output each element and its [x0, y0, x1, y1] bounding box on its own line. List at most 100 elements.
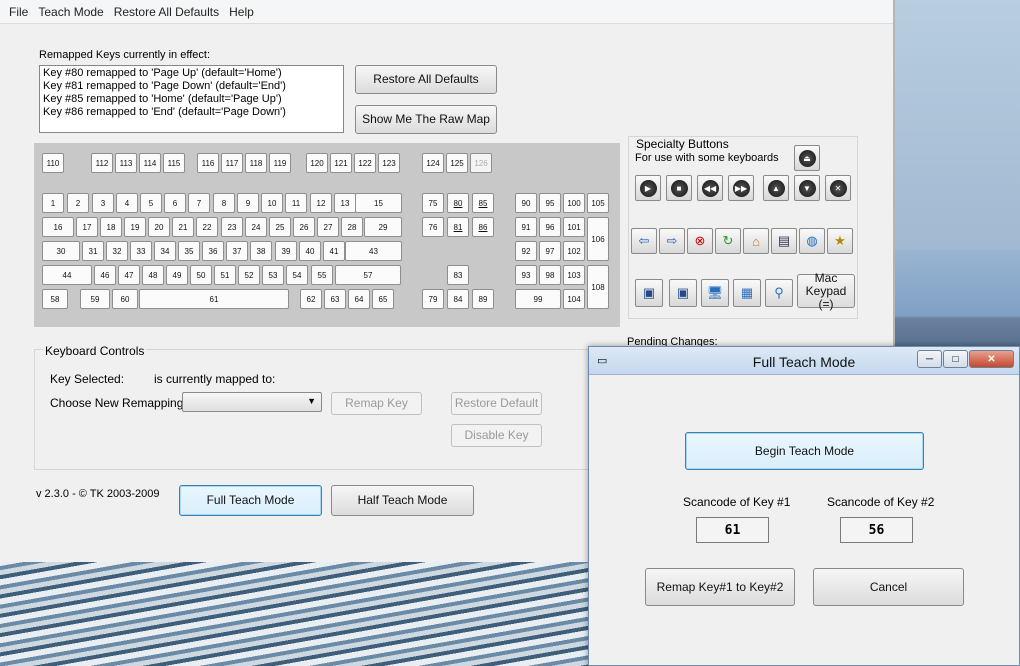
list-item[interactable]: Key #81 remapped to 'Page Down' (default…: [43, 80, 340, 93]
key-117[interactable]: 117: [221, 153, 243, 173]
key-121[interactable]: 121: [330, 153, 352, 173]
key-91[interactable]: 91: [515, 217, 537, 237]
browser-stop-button[interactable]: ⊗: [687, 228, 713, 254]
forward-button[interactable]: ⇨: [659, 228, 685, 254]
key-108[interactable]: 108: [587, 265, 609, 309]
key-35[interactable]: 35: [178, 241, 200, 261]
key-110[interactable]: 110: [42, 153, 64, 173]
key-33[interactable]: 33: [130, 241, 152, 261]
key-126[interactable]: 126: [470, 153, 492, 173]
key-84[interactable]: 84: [447, 289, 469, 309]
key-15[interactable]: 15: [355, 193, 402, 213]
play-button[interactable]: ▶: [635, 175, 661, 201]
key-49[interactable]: 49: [166, 265, 188, 285]
key-103[interactable]: 103: [563, 265, 585, 285]
key-96[interactable]: 96: [539, 217, 561, 237]
key-3[interactable]: 3: [92, 193, 114, 213]
key-54[interactable]: 54: [286, 265, 308, 285]
key-26[interactable]: 26: [293, 217, 315, 237]
key-60[interactable]: 60: [112, 289, 138, 309]
key-27[interactable]: 27: [317, 217, 339, 237]
key-79[interactable]: 79: [422, 289, 444, 309]
key-9[interactable]: 9: [237, 193, 259, 213]
key-75[interactable]: 75: [422, 193, 444, 213]
close-button[interactable]: ✕: [969, 350, 1014, 368]
key-37[interactable]: 37: [226, 241, 248, 261]
key-98[interactable]: 98: [539, 265, 561, 285]
key-24[interactable]: 24: [245, 217, 267, 237]
key-29[interactable]: 29: [364, 217, 402, 237]
mac-keypad-button[interactable]: Mac Keypad (=): [797, 271, 855, 310]
key-5[interactable]: 5: [140, 193, 162, 213]
key-62[interactable]: 62: [300, 289, 322, 309]
stop-button[interactable]: ■: [666, 175, 692, 201]
key-104[interactable]: 104: [563, 289, 585, 309]
key-119[interactable]: 119: [269, 153, 291, 173]
fast-forward-button[interactable]: ▶▶: [728, 175, 754, 201]
refresh-button[interactable]: ↻: [715, 228, 741, 254]
key-31[interactable]: 31: [82, 241, 104, 261]
key-46[interactable]: 46: [94, 265, 116, 285]
key-32[interactable]: 32: [106, 241, 128, 261]
key-16[interactable]: 16: [42, 217, 74, 237]
key-11[interactable]: 11: [285, 193, 307, 213]
key-118[interactable]: 118: [245, 153, 267, 173]
key-52[interactable]: 52: [238, 265, 260, 285]
key-81[interactable]: 81: [447, 217, 469, 237]
key-10[interactable]: 10: [261, 193, 283, 213]
key-93[interactable]: 93: [515, 265, 537, 285]
remapping-select[interactable]: ▼: [182, 392, 322, 412]
key-80[interactable]: 80: [447, 193, 469, 213]
key-63[interactable]: 63: [324, 289, 346, 309]
key-83[interactable]: 83: [447, 265, 469, 285]
key-97[interactable]: 97: [539, 241, 561, 261]
key-51[interactable]: 51: [214, 265, 236, 285]
key-12[interactable]: 12: [310, 193, 332, 213]
calculator-button[interactable]: ▦: [733, 279, 761, 307]
key-1[interactable]: 1: [42, 193, 64, 213]
key-102[interactable]: 102: [563, 241, 585, 261]
list-item[interactable]: Key #85 remapped to 'Home' (default='Pag…: [43, 93, 340, 106]
mute-button[interactable]: ✕: [825, 175, 851, 201]
key-115[interactable]: 115: [163, 153, 185, 173]
key-59[interactable]: 59: [80, 289, 110, 309]
key-85[interactable]: 85: [472, 193, 494, 213]
remapped-list[interactable]: Key #80 remapped to 'Page Up' (default='…: [39, 65, 344, 133]
key-28[interactable]: 28: [341, 217, 363, 237]
home-button[interactable]: ⌂: [743, 228, 769, 254]
restore-default-button[interactable]: Restore Default: [451, 392, 542, 415]
key-34[interactable]: 34: [154, 241, 176, 261]
menu-file[interactable]: File: [4, 5, 33, 19]
list-item[interactable]: Key #80 remapped to 'Page Up' (default='…: [43, 67, 340, 80]
key-39[interactable]: 39: [275, 241, 297, 261]
key-53[interactable]: 53: [262, 265, 284, 285]
my-computer-button[interactable]: ▣: [635, 279, 663, 307]
key-122[interactable]: 122: [354, 153, 376, 173]
key-57[interactable]: 57: [335, 265, 401, 285]
volume-down-button[interactable]: ▼: [794, 175, 820, 201]
key-90[interactable]: 90: [515, 193, 537, 213]
key-113[interactable]: 113: [115, 153, 137, 173]
key-58[interactable]: 58: [42, 289, 68, 309]
menu-teach-mode[interactable]: Teach Mode: [33, 5, 108, 19]
raw-map-button[interactable]: Show Me The Raw Map: [355, 105, 497, 134]
key-50[interactable]: 50: [190, 265, 212, 285]
key-106[interactable]: 106: [587, 217, 609, 261]
favorites-button[interactable]: ★: [827, 228, 853, 254]
key-124[interactable]: 124: [422, 153, 444, 173]
key-36[interactable]: 36: [202, 241, 224, 261]
key-125[interactable]: 125: [446, 153, 468, 173]
find-button[interactable]: ⚲: [765, 279, 793, 307]
remap-key-button[interactable]: Remap Key: [331, 392, 422, 415]
media-button[interactable]: 🖥: [701, 279, 729, 307]
my-documents-button[interactable]: ▣: [669, 279, 697, 307]
key-13[interactable]: 13: [334, 193, 356, 213]
volume-up-button[interactable]: ▲: [763, 175, 789, 201]
key-20[interactable]: 20: [148, 217, 170, 237]
key-61[interactable]: 61: [139, 289, 289, 309]
cancel-button[interactable]: Cancel: [813, 568, 964, 606]
key-92[interactable]: 92: [515, 241, 537, 261]
full-teach-mode-button[interactable]: Full Teach Mode: [179, 485, 322, 516]
restore-all-defaults-button[interactable]: Restore All Defaults: [355, 65, 497, 94]
web-button[interactable]: ◍: [799, 228, 825, 254]
